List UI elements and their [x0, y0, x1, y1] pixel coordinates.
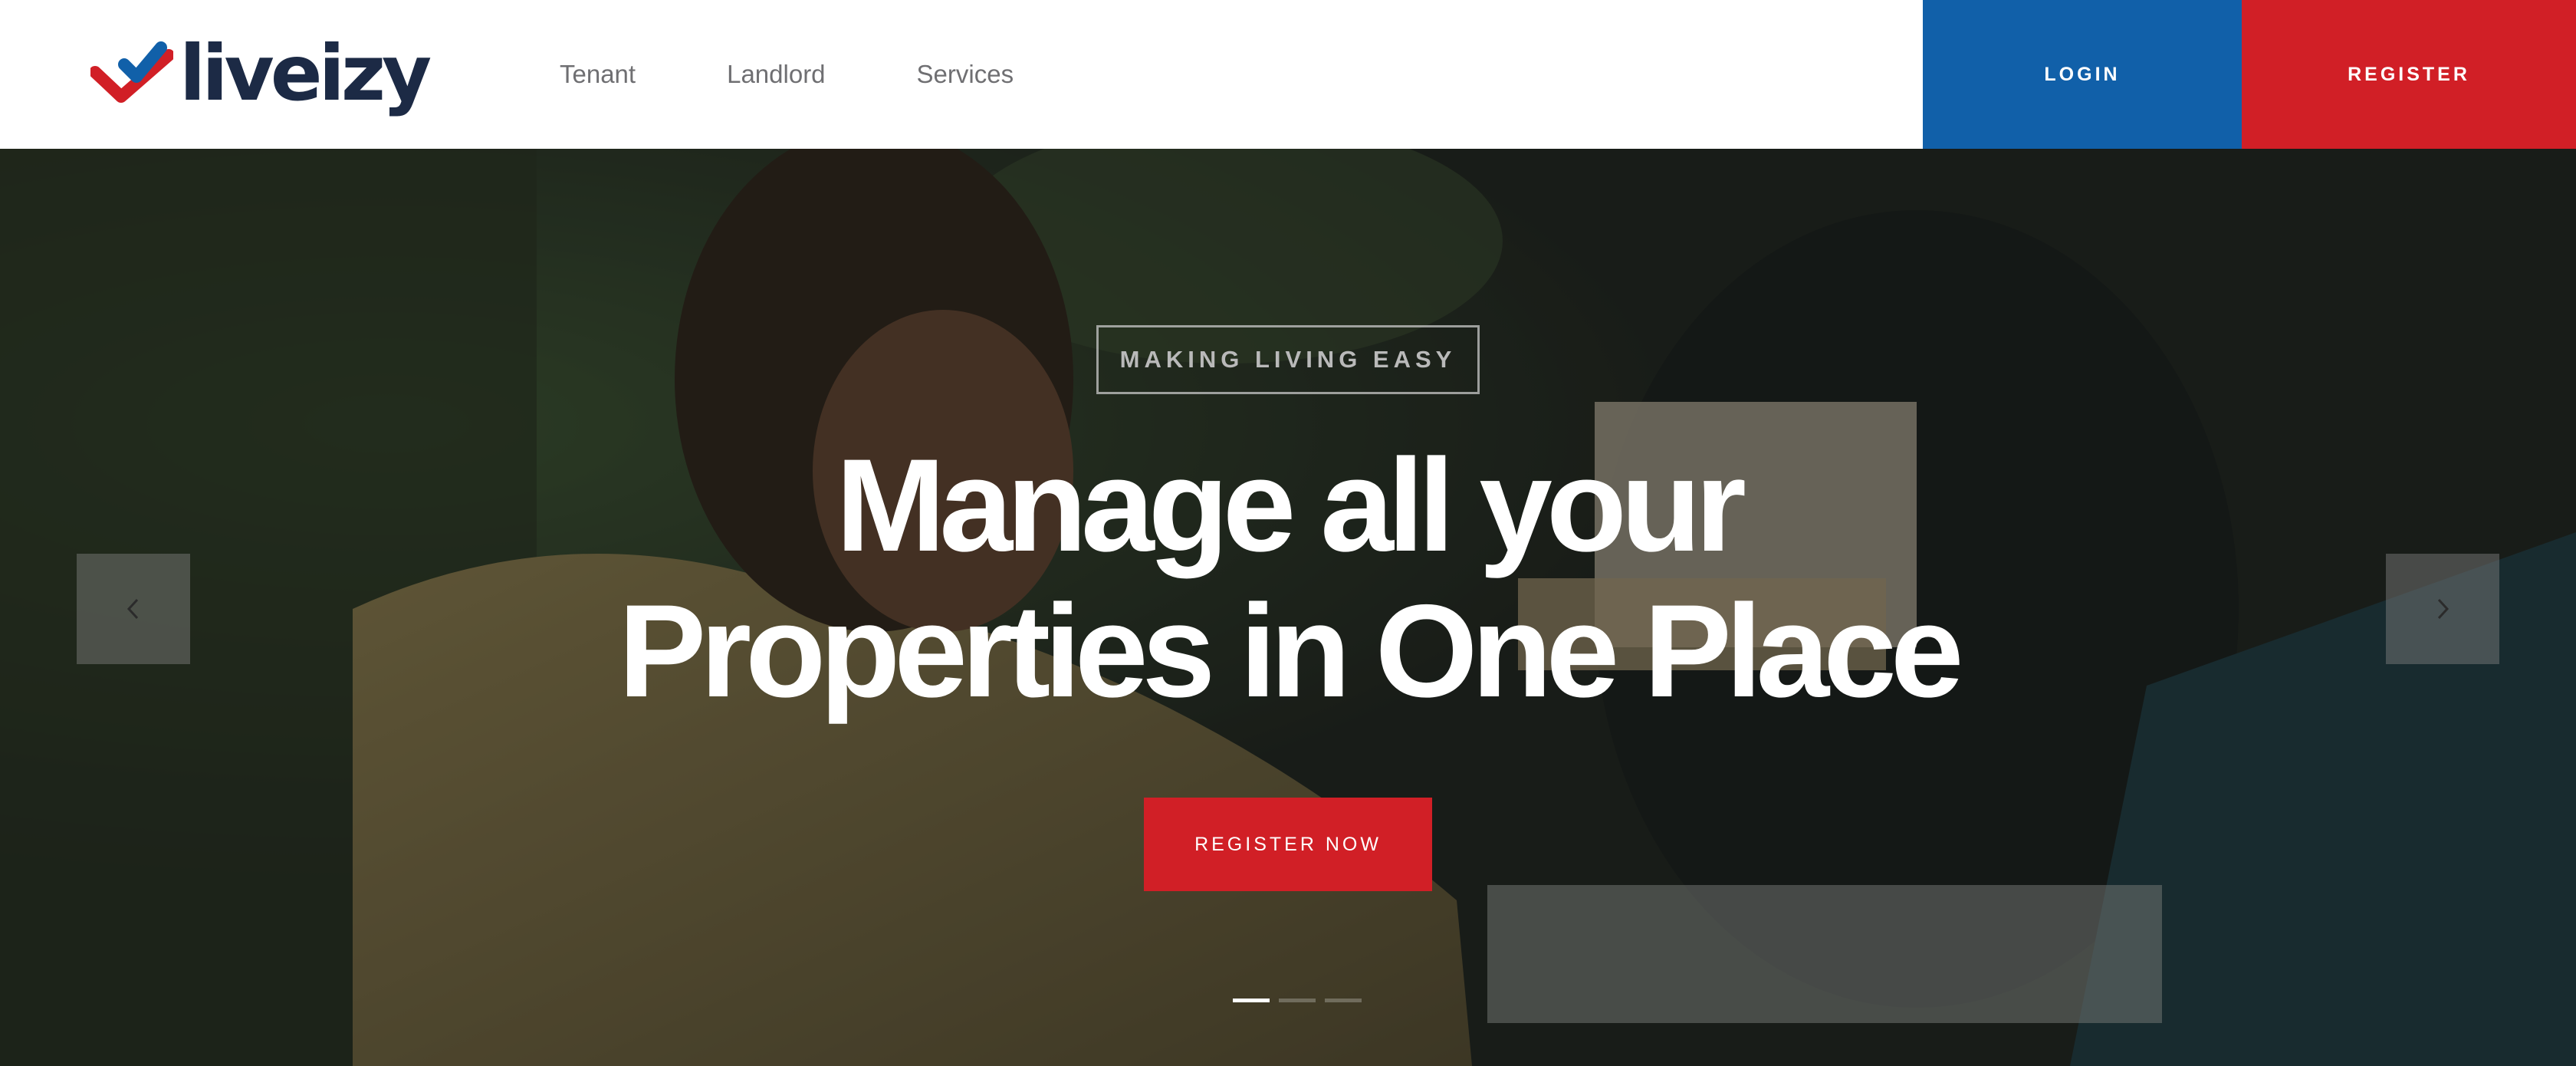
register-now-button[interactable]: REGISTER NOW: [1144, 798, 1432, 891]
login-button[interactable]: LOGIN: [1923, 0, 2242, 149]
carousel-next-button[interactable]: [2386, 554, 2499, 664]
hero-carousel: MAKING LIVING EASY Manage all your Prope…: [0, 149, 2576, 1066]
carousel-prev-button[interactable]: [77, 554, 190, 664]
nav-item-tenant[interactable]: Tenant: [560, 60, 636, 89]
carousel-indicator-1[interactable]: [1233, 999, 1270, 1002]
carousel-indicators: [1233, 999, 1371, 1002]
site-header: liveizy Tenant Landlord Services LOGIN R…: [0, 0, 2576, 149]
hero-headline-line-1: Manage all your: [836, 432, 1746, 579]
brand-logo[interactable]: liveizy: [90, 28, 432, 118]
hero-tagline: MAKING LIVING EASY: [1096, 325, 1480, 394]
chevron-left-icon: [127, 598, 139, 620]
brand-name: liveizy: [179, 28, 432, 118]
chevron-right-icon: [2437, 598, 2450, 620]
register-button[interactable]: REGISTER: [2242, 0, 2576, 149]
hero-headline-line-2: Properties in One Place: [618, 577, 1964, 725]
carousel-indicator-2[interactable]: [1279, 999, 1316, 1002]
nav-item-services[interactable]: Services: [917, 60, 1014, 89]
carousel-indicator-3[interactable]: [1325, 999, 1362, 1002]
hero-headline: Manage all your Properties in One Place: [0, 433, 2576, 724]
checkmark-logo-icon: [90, 41, 173, 103]
main-nav: Tenant Landlord Services: [560, 0, 1105, 149]
nav-item-landlord[interactable]: Landlord: [727, 60, 825, 89]
